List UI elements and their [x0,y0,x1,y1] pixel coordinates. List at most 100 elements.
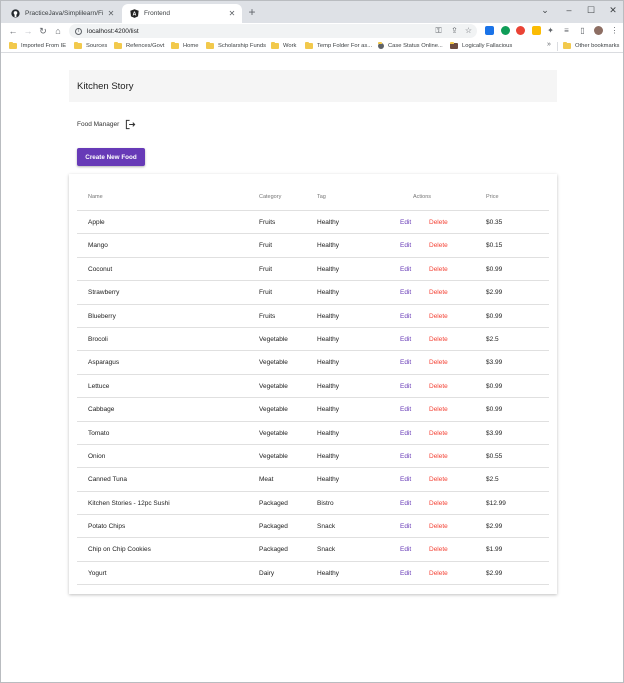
home-icon[interactable]: ⌂ [52,25,64,37]
forward-arrow-icon[interactable]: → [22,25,34,37]
bookmark-folder[interactable]: Work [271,41,296,51]
create-new-food-button[interactable]: Create New Food [77,148,145,166]
name-cell: Strawberry [88,289,120,297]
grammarly-icon[interactable] [501,26,510,35]
avatar[interactable] [594,26,603,35]
back-arrow-icon[interactable]: ← [7,25,19,37]
bookmark-folder[interactable]: Home [171,41,198,51]
table-row: Yogurt Dairy Healthy Edit Delete $2.99 [77,562,549,586]
delete-button[interactable]: Delete [429,500,448,507]
close-icon[interactable]: ✕ [228,9,236,18]
edit-button[interactable]: Edit [400,570,411,577]
delete-button[interactable]: Delete [429,313,448,320]
page-title: Kitchen Story [77,80,134,92]
delete-button[interactable]: Delete [429,383,448,390]
table-row: Brocoli Vegetable Healthy Edit Delete $2.5 [77,328,549,352]
edit-button[interactable]: Edit [400,313,411,320]
bookmark-folder[interactable]: Temp Folder For as... [305,41,372,51]
edit-button[interactable]: Edit [400,219,411,226]
tag-cell: Healthy [317,452,340,460]
tag-cell: Snack [317,523,336,531]
bookmark-folder[interactable]: Imported From IE [9,41,66,51]
bookmark-folder[interactable]: Sources [74,41,107,51]
opera-icon[interactable] [516,26,525,35]
table-header: Name Category Tag Actions Price [77,184,549,211]
extension-icon[interactable] [485,26,494,35]
chevron-down-icon[interactable]: ⌄ [535,3,555,17]
delete-button[interactable]: Delete [429,289,448,296]
menu-icon[interactable]: ⋮ [610,26,619,35]
minimize-button[interactable]: – [559,3,579,17]
new-tab-button[interactable]: + [246,6,258,18]
category-cell: Fruits [259,219,276,226]
delete-button[interactable]: Delete [429,546,448,553]
edit-button[interactable]: Edit [400,336,411,343]
name-cell: Cabbage [88,406,115,414]
edit-button[interactable]: Edit [400,406,411,413]
delete-button[interactable]: Delete [429,453,448,460]
table-row: Potato Chips Packaged Snack Edit Delete $2.99 [77,515,549,539]
bookmark-folder[interactable]: Scholarship Funds [206,41,266,51]
edit-button[interactable]: Edit [400,500,411,507]
price-cell: $2.5 [486,476,499,484]
table-row: Tomato Vegetable Healthy Edit Delete $3.99 [77,422,549,445]
edit-button[interactable]: Edit [400,383,411,390]
puzzle-icon[interactable]: ✦ [546,26,555,35]
name-cell: Coconut [88,265,113,273]
edit-button[interactable]: Edit [400,453,411,460]
delete-button[interactable]: Delete [429,430,448,437]
address-bar[interactable]: i localhost:4200/list [69,24,477,38]
category-cell: Vegetable [259,429,288,437]
info-icon[interactable]: i [75,27,82,35]
delete-button[interactable]: Delete [429,359,448,366]
extension-icon[interactable] [532,26,541,35]
maximize-button[interactable]: ☐ [581,3,601,17]
table-body: Apple Fruits Healthy Edit Delete $0.35 Mango Fr… [77,211,549,586]
delete-button[interactable]: Delete [429,242,448,249]
table-row: Blueberry Fruits Healthy Edit Delete $0.99 [77,305,549,328]
tab-github[interactable]: PracticeJava/Simplilearn/Final Pr ✕ [3,4,121,23]
close-window-button[interactable]: ✕ [603,3,623,17]
logout-icon[interactable] [125,119,136,130]
category-cell: Meat [259,476,274,484]
edit-button[interactable]: Edit [400,430,411,437]
chevron-right-icon[interactable]: » [547,41,551,48]
edit-button[interactable]: Edit [400,546,411,553]
bookmark-folder[interactable]: Refences/Govt [114,41,164,51]
price-cell: $1.99 [486,546,503,554]
category-cell: Vegetable [259,382,288,390]
edit-button[interactable]: Edit [400,242,411,249]
edit-button[interactable]: Edit [400,476,411,483]
share-icon[interactable]: ⇪ [450,26,459,35]
reload-icon[interactable]: ↻ [37,25,49,37]
bookmark-link[interactable]: Case Status Online... [378,41,443,51]
bookmark-folder[interactable]: Other bookmarks [563,41,619,51]
media-icon[interactable]: ≡ [562,26,571,35]
edit-button[interactable]: Edit [400,289,411,296]
category-cell: Fruits [259,312,276,320]
star-icon[interactable]: ☆ [464,26,473,35]
delete-button[interactable]: Delete [429,570,448,577]
delete-button[interactable]: Delete [429,336,448,343]
price-cell: $12.99 [486,499,506,507]
delete-button[interactable]: Delete [429,266,448,273]
delete-button[interactable]: Delete [429,523,448,530]
globe-icon [378,42,384,49]
key-icon[interactable]: ⚿ [434,26,443,35]
edit-button[interactable]: Edit [400,359,411,366]
delete-button[interactable]: Delete [429,219,448,226]
tag-cell: Healthy [317,429,340,437]
price-cell: $3.99 [486,359,503,367]
edit-button[interactable]: Edit [400,266,411,273]
bookmark-link[interactable]: Logically Fallacious [450,41,512,51]
category-cell: Packaged [259,523,288,531]
edit-button[interactable]: Edit [400,523,411,530]
sidepanel-icon[interactable]: ▯ [578,26,587,35]
close-icon[interactable]: ✕ [107,9,115,18]
tab-frontend[interactable]: A Frontend ✕ [122,4,242,23]
delete-button[interactable]: Delete [429,406,448,413]
section-label: Food Manager [77,120,120,128]
price-cell: $2.99 [486,523,503,531]
table-row: Onion Vegetable Healthy Edit Delete $0.55 [77,445,549,469]
delete-button[interactable]: Delete [429,476,448,483]
